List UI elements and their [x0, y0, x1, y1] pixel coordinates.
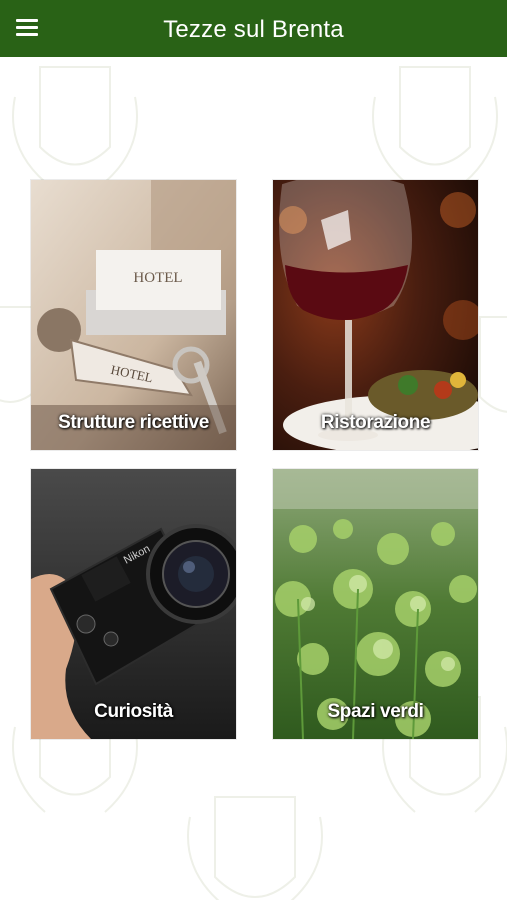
- tile-spazi-verdi[interactable]: Spazi verdi: [273, 469, 478, 739]
- tile-curiosita[interactable]: Nikon Curiosità: [31, 469, 236, 739]
- tile-label: Spazi verdi: [327, 701, 424, 722]
- camera-photo: Nikon: [31, 469, 236, 739]
- category-grid: HOTEL HOTEL Strutture ricettive Ristoraz…: [0, 0, 507, 900]
- tile-strutture-ricettive[interactable]: HOTEL HOTEL Strutture ricettive: [31, 180, 236, 450]
- svg-text:HOTEL: HOTEL: [133, 270, 182, 286]
- tile-ristorazione[interactable]: Ristorazione: [273, 180, 478, 450]
- hotel-key-photo: HOTEL HOTEL: [31, 180, 236, 450]
- tile-label: Ristorazione: [320, 412, 431, 433]
- tile-label: Curiosità: [94, 701, 173, 722]
- tile-label: Strutture ricettive: [58, 412, 209, 433]
- wine-glass-photo: [273, 180, 478, 450]
- green-plants-photo: [273, 469, 478, 739]
